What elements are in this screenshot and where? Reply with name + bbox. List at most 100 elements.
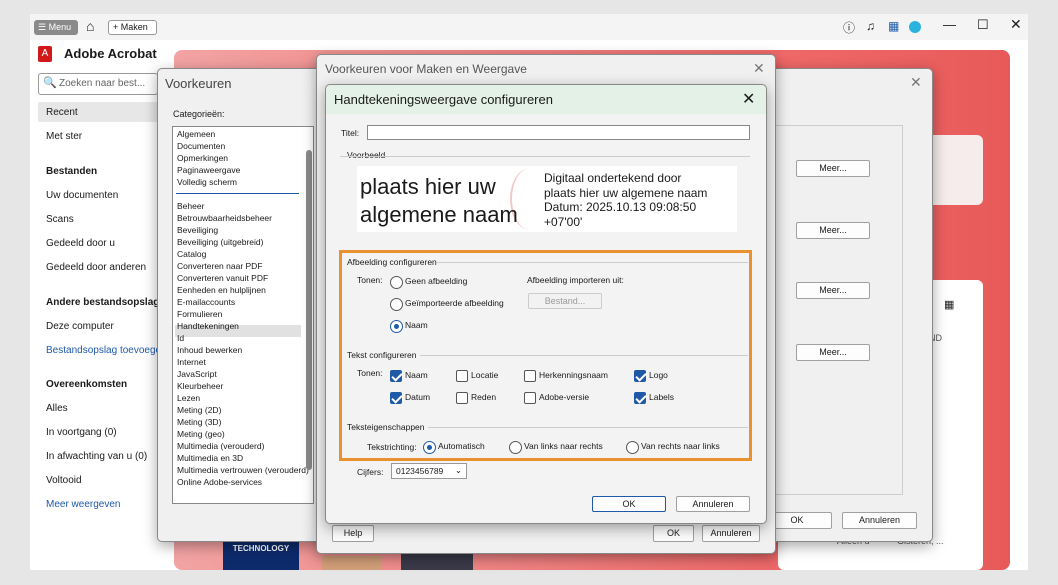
checkbox-tekst-labels[interactable] xyxy=(634,392,646,404)
checkbox-tekst-herkenningsnaam[interactable] xyxy=(524,370,536,382)
sidebar-item-gedeeld-door-u[interactable]: Gedeeld door u xyxy=(46,238,115,249)
window-close-icon[interactable]: ✕ xyxy=(1010,16,1022,33)
category-item[interactable]: Beheer xyxy=(177,200,204,212)
thumbnail-technology[interactable]: TECHNOLOGY xyxy=(223,540,299,570)
checkbox-tekst-reden[interactable] xyxy=(456,392,468,404)
category-item[interactable]: Beveiliging (uitgebreid) xyxy=(177,236,263,248)
hw-annuleren-button[interactable]: Annuleren xyxy=(676,496,750,512)
menu-label: Menu xyxy=(48,22,72,32)
category-item[interactable]: Volledig scherm xyxy=(177,176,237,188)
cijfers-label: Cijfers: xyxy=(357,467,384,477)
category-item[interactable]: Inhoud bewerken xyxy=(177,344,242,356)
category-item[interactable]: Catalog xyxy=(177,248,206,260)
acrobat-logo-icon: A xyxy=(38,46,52,62)
handtekening-close-icon[interactable]: ✕ xyxy=(742,89,755,109)
sidebar-item-meer-weergeven[interactable]: Meer weergeven xyxy=(46,499,120,510)
sidebar-item-scans[interactable]: Scans xyxy=(46,214,74,225)
category-item[interactable]: Online Adobe-services xyxy=(177,476,262,488)
voorkeuren-close-icon[interactable]: ✕ xyxy=(910,74,922,91)
category-item[interactable]: Paginaweergave xyxy=(177,164,240,176)
help-button[interactable]: Help xyxy=(332,525,374,542)
category-item[interactable]: Lezen xyxy=(177,392,200,404)
category-item[interactable]: Algemeen xyxy=(177,128,215,140)
sidebar-item-voltooid[interactable]: Voltooid xyxy=(46,475,82,486)
minimize-icon[interactable]: — xyxy=(943,17,956,32)
sidebar-item-recent[interactable]: Recent xyxy=(46,107,78,118)
checkbox-tekst-label: Naam xyxy=(405,370,428,380)
category-item[interactable]: Converteren vanuit PDF xyxy=(177,272,268,284)
menu-button[interactable]: ☰ Menu xyxy=(34,20,78,35)
checkbox-tekst-locatie[interactable] xyxy=(456,370,468,382)
voorkeuren-annuleren-button[interactable]: Annuleren xyxy=(842,512,917,529)
cijfers-select[interactable]: 0123456789 ⌄ xyxy=(391,463,467,479)
maken-annuleren-button[interactable]: Annuleren xyxy=(702,525,760,542)
category-item[interactable]: Opmerkingen xyxy=(177,152,228,164)
radio-rechts-naar-links[interactable] xyxy=(626,441,639,454)
sidebar-item-uw-documenten[interactable]: Uw documenten xyxy=(46,190,118,201)
category-item[interactable]: Multimedia (verouderd) xyxy=(177,440,264,452)
sidebar-item-in-voortgang[interactable]: In voortgang (0) xyxy=(46,427,117,438)
titel-input[interactable] xyxy=(367,125,750,140)
meer-button-1[interactable]: Meer... xyxy=(796,160,870,177)
sidebar-item-alles[interactable]: Alles xyxy=(46,403,68,414)
sidebar-item-opslag-toevoegen[interactable]: Bestandsopslag toevoegen xyxy=(46,345,164,356)
radio-links-naar-rechts[interactable] xyxy=(509,441,522,454)
avatar[interactable] xyxy=(909,21,921,33)
maken-ok-button[interactable]: OK xyxy=(653,525,694,542)
category-item[interactable]: Converteren naar PDF xyxy=(177,260,263,272)
handtekening-title: Handtekeningsweergave configureren xyxy=(334,92,553,107)
apps-icon[interactable]: ▦ xyxy=(888,19,899,33)
category-item[interactable]: Kleurbeheer xyxy=(177,380,223,392)
thumbnail-3[interactable] xyxy=(401,554,473,570)
category-item[interactable]: Beveiliging xyxy=(177,224,218,236)
category-item[interactable]: Documenten xyxy=(177,140,225,152)
titel-label: Titel: xyxy=(341,128,360,138)
top-bar xyxy=(30,14,1028,40)
category-item[interactable]: Betrouwbaarheidsbeheer xyxy=(177,212,272,224)
checkbox-tekst-adobe-versie[interactable] xyxy=(524,392,536,404)
radio-naam[interactable] xyxy=(390,320,403,333)
sidebar-item-met-ster[interactable]: Met ster xyxy=(46,131,82,142)
preview-name-line1: plaats hier uw xyxy=(360,174,496,199)
category-item[interactable]: Meting (3D) xyxy=(177,416,221,428)
meer-button-3[interactable]: Meer... xyxy=(796,282,870,299)
meer-button-4[interactable]: Meer... xyxy=(796,344,870,361)
checkbox-tekst-datum[interactable] xyxy=(390,392,402,404)
checkbox-tekst-logo[interactable] xyxy=(634,370,646,382)
sidebar-heading-bestanden: Bestanden xyxy=(46,166,98,177)
preview-details: Digitaal ondertekend door plaats hier uw… xyxy=(544,171,707,229)
home-icon[interactable]: ⌂ xyxy=(86,18,94,34)
radio-naam-label: Naam xyxy=(405,320,428,330)
tekst-tonen-label: Tonen: xyxy=(357,368,383,378)
category-item[interactable]: JavaScript xyxy=(177,368,217,380)
preview-detail-2: plaats hier uw algemene naam xyxy=(544,185,708,200)
maken-button[interactable]: + Maken xyxy=(108,20,157,35)
radio-geimporteerde-afbeelding[interactable] xyxy=(390,298,403,311)
category-item[interactable]: Multimedia vertrouwen (verouderd) xyxy=(177,464,309,476)
bestand-button[interactable]: Bestand... xyxy=(528,293,602,309)
help-icon[interactable]: ⓘ xyxy=(843,19,855,36)
category-item[interactable]: Handtekeningen xyxy=(177,320,239,332)
checkbox-tekst-naam[interactable] xyxy=(390,370,402,382)
hw-ok-button[interactable]: OK xyxy=(592,496,666,512)
meer-button-2[interactable]: Meer... xyxy=(796,222,870,239)
maximize-icon[interactable]: ☐ xyxy=(977,17,989,33)
category-item[interactable]: Internet xyxy=(177,356,206,368)
category-item[interactable]: Multimedia en 3D xyxy=(177,452,243,464)
categories-scrollbar[interactable] xyxy=(306,150,312,470)
sidebar-item-gedeeld-door-anderen[interactable]: Gedeeld door anderen xyxy=(46,262,146,273)
maken-close-icon[interactable]: ✕ xyxy=(753,60,765,77)
category-item[interactable]: Meting (geo) xyxy=(177,428,225,440)
category-item[interactable]: Meting (2D) xyxy=(177,404,221,416)
sidebar-item-deze-computer[interactable]: Deze computer xyxy=(46,321,114,332)
category-item[interactable]: Id xyxy=(177,332,184,344)
radio-automatisch[interactable] xyxy=(423,441,436,454)
category-item[interactable]: Eenheden en hulplijnen xyxy=(177,284,266,296)
thumbnail-2[interactable] xyxy=(322,556,382,570)
sidebar-item-in-afwachting[interactable]: In afwachting van u (0) xyxy=(46,451,147,462)
bell-icon[interactable]: ♫ xyxy=(866,19,875,33)
grid-view-icon[interactable]: ▦ xyxy=(944,298,954,311)
radio-geen-afbeelding[interactable] xyxy=(390,276,403,289)
category-item[interactable]: E-mailaccounts xyxy=(177,296,235,308)
category-item[interactable]: Formulieren xyxy=(177,308,222,320)
